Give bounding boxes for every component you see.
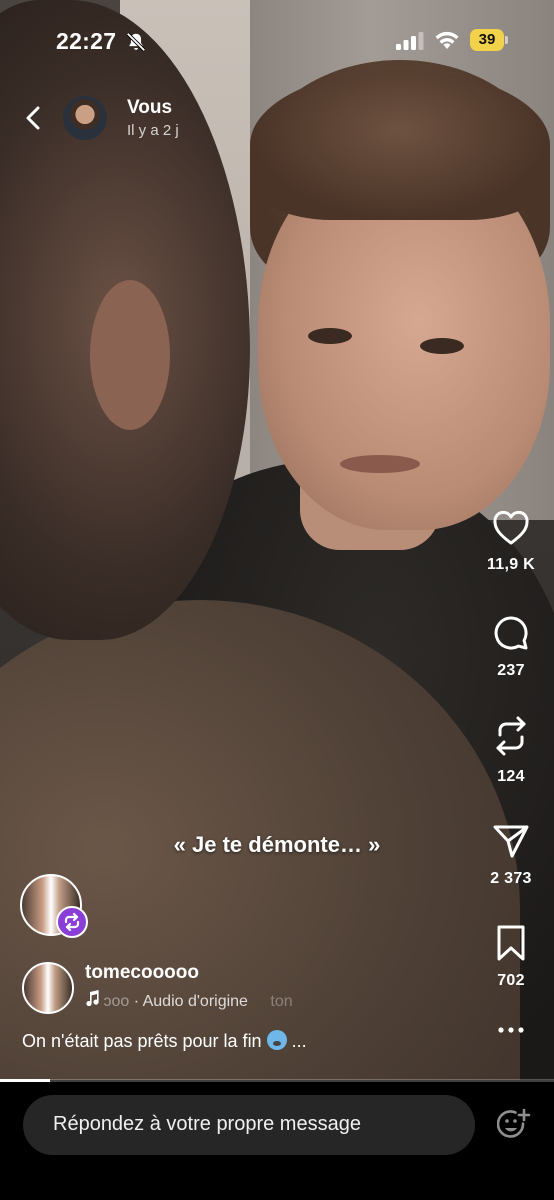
status-bar: 22:27 39 xyxy=(0,0,554,82)
save-count: 702 xyxy=(497,972,525,989)
heart-icon[interactable] xyxy=(492,510,530,546)
music-note-icon xyxy=(86,990,99,1006)
like-action[interactable]: 11,9 K xyxy=(474,510,548,574)
audio-separator: · xyxy=(133,993,140,1010)
post-description-text: On n'était pas prêts pour la fin xyxy=(22,1031,262,1051)
like-count: 11,9 K xyxy=(486,556,536,573)
comment-action[interactable]: 237 xyxy=(474,614,548,680)
author-username[interactable]: tomecooooo xyxy=(85,962,199,984)
comment-count: 237 xyxy=(497,662,525,679)
audio-label: Audio d'origine xyxy=(142,993,248,1010)
back-chevron-icon[interactable] xyxy=(18,102,50,134)
subject-eye-right xyxy=(420,338,464,354)
repost-count: 124 xyxy=(497,768,525,785)
save-action[interactable]: 702 xyxy=(474,924,548,990)
battery-percent: 39 xyxy=(478,31,496,48)
repost-badge-icon xyxy=(64,912,80,932)
bell-muted-icon xyxy=(126,32,146,52)
subject-mouth xyxy=(340,455,420,473)
story-header: Vous Il y a 2 j xyxy=(0,90,554,150)
reply-input[interactable]: Répondez à votre propre message xyxy=(23,1095,475,1155)
reposter-avatar-group[interactable] xyxy=(20,874,92,940)
header-username[interactable]: Vous xyxy=(127,97,172,119)
wifi-icon xyxy=(435,31,459,49)
anxious-face-emoji-icon xyxy=(266,1030,287,1050)
post-description-more[interactable]: ... xyxy=(292,1031,307,1051)
audio-scroll-right: ton xyxy=(270,993,293,1010)
reply-bar: Répondez à votre propre message xyxy=(0,1082,554,1200)
author-avatar[interactable] xyxy=(22,962,74,1014)
more-dots-icon[interactable] xyxy=(496,1024,526,1036)
post-author-row: tomecooooo ɔoo · Audio d'origine ton xyxy=(22,960,462,1016)
foreground-ear xyxy=(90,280,170,430)
post-description[interactable]: On n'était pas prêts pour la fin ... xyxy=(22,1030,307,1052)
battery-nub xyxy=(505,36,508,44)
emoji-sticker-add-icon[interactable] xyxy=(497,1108,531,1142)
comment-bubble-icon[interactable] xyxy=(492,614,530,652)
subject-eye-left xyxy=(308,328,352,344)
header-timestamp: Il y a 2 j xyxy=(127,122,179,139)
more-options-action[interactable] xyxy=(474,1024,548,1036)
status-time: 22:27 xyxy=(56,28,117,54)
battery-indicator: 39 xyxy=(470,29,508,51)
repost-icon[interactable] xyxy=(492,714,530,758)
audio-scroll-left: ɔoo xyxy=(103,993,130,1010)
repost-badge xyxy=(56,906,88,938)
cellular-signal-icon xyxy=(396,32,424,50)
audio-info[interactable]: ɔoo · Audio d'origine ton xyxy=(85,990,293,1011)
video-caption-overlay: « Je te démonte… » xyxy=(173,832,381,857)
bookmark-icon[interactable] xyxy=(494,924,528,962)
share-count: 2 373 xyxy=(490,870,532,887)
repost-action[interactable]: 124 xyxy=(474,714,548,786)
user-avatar[interactable] xyxy=(63,96,107,140)
